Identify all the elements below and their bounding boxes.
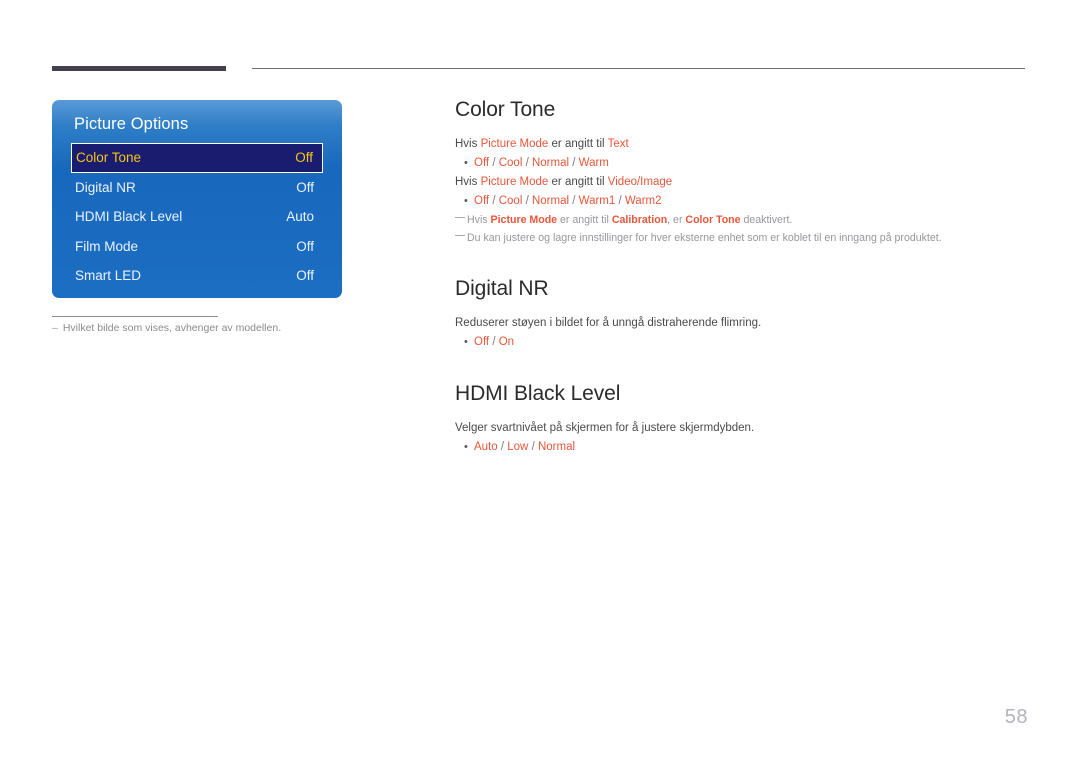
option-value: Off [474, 157, 490, 169]
option-separator: / [489, 195, 499, 207]
osd-row-value: Off [296, 268, 314, 284]
osd-row-value: Auto [286, 209, 314, 225]
osd-footnote-text: Hvilket bilde som vises, avhenger av mod… [62, 322, 282, 334]
osd-row-color-tone[interactable]: Color Tone Off [71, 143, 323, 173]
osd-footnote: ‒ Hvilket bilde som vises, avhenger av m… [52, 322, 281, 334]
option-value: Warm [578, 157, 609, 169]
option-value: Off [474, 336, 490, 348]
bullet-text: Off / On [474, 333, 514, 352]
text-frag-highlight: Calibration [611, 214, 668, 226]
option-value: Low [507, 441, 529, 453]
osd-footnote-divider [52, 316, 218, 317]
color-tone-note-2: Du kan justere og lagre innstillinger fo… [455, 229, 1030, 247]
text-frag: Hvis [467, 214, 491, 226]
bullet-text: Off / Cool / Normal / Warm1 / Warm2 [474, 192, 662, 211]
digital-nr-description: Reduserer støyen i bildet for å unngå di… [455, 317, 762, 329]
option-separator: / [497, 441, 508, 453]
note-dash-icon [455, 235, 465, 236]
option-value: On [498, 336, 515, 348]
text-frag: Hvis [455, 138, 481, 150]
note-text: Du kan justere og lagre innstillinger fo… [467, 232, 942, 244]
bullet-dot-icon: • [464, 441, 468, 453]
option-separator: / [522, 157, 532, 169]
option-value: Cool [498, 195, 523, 207]
option-separator: / [528, 441, 538, 453]
content-column: Color Tone Hvis Picture Mode er angitt t… [455, 98, 1030, 457]
osd-menu-title: Picture Options [74, 115, 189, 133]
color-tone-line-2: Hvis Picture Mode er angitt til Video/Im… [455, 173, 1030, 192]
note-dash-icon [455, 217, 465, 218]
digital-nr-bullet: • Off / On [455, 333, 1030, 352]
option-value: Cool [498, 157, 523, 169]
option-value: Normal [531, 157, 570, 169]
option-separator: / [615, 195, 625, 207]
option-value: Normal [531, 195, 570, 207]
option-separator: / [569, 195, 579, 207]
page-number: 58 [1004, 706, 1028, 728]
hdmi-black-level-bullet: • Auto / Low / Normal [455, 438, 1030, 457]
text-frag: er angitt til [548, 176, 608, 188]
hdmi-black-level-description: Velger svartnivået på skjermen for å jus… [455, 422, 755, 434]
osd-row-value: Off [295, 150, 313, 166]
osd-row-label: Film Mode [75, 238, 139, 254]
color-tone-bullet-2: • Off / Cool / Normal / Warm1 / Warm2 [455, 192, 1030, 211]
osd-row-value: Off [296, 179, 314, 195]
option-value: Off [474, 195, 490, 207]
header-rule-thin [252, 68, 1025, 69]
color-tone-note-1: Hvis Picture Mode er angitt til Calibrat… [455, 211, 1030, 229]
heading-hdmi-black-level: HDMI Black Level [455, 382, 621, 405]
bullet-text: Auto / Low / Normal [474, 438, 575, 457]
option-value: Normal [537, 441, 576, 453]
option-separator: / [489, 157, 499, 169]
osd-row-label: Color Tone [76, 150, 142, 166]
color-tone-bullet-1: • Off / Cool / Normal / Warm [455, 154, 1030, 173]
text-frag: , er [667, 214, 686, 226]
osd-row-digital-nr[interactable]: Digital NR Off [71, 173, 323, 203]
bullet-dot-icon: • [464, 195, 468, 207]
osd-row-label: Smart LED [75, 268, 142, 284]
osd-row-hdmi-black-level[interactable]: HDMI Black Level Auto [71, 202, 323, 232]
heading-color-tone: Color Tone [455, 98, 556, 121]
text-frag: er angitt til [548, 138, 608, 150]
heading-digital-nr: Digital NR [455, 277, 549, 300]
osd-row-smart-led[interactable]: Smart LED Off [71, 261, 323, 291]
osd-row-label: HDMI Black Level [75, 209, 183, 225]
color-tone-line-1: Hvis Picture Mode er angitt til Text [455, 135, 1030, 154]
option-value: Warm2 [624, 195, 662, 207]
text-frag-highlight: Text [607, 138, 629, 150]
bullet-dot-icon: • [464, 336, 468, 348]
osd-menu-picture-options: Picture Options Color Tone Off Digital N… [52, 100, 342, 298]
text-frag-highlight: Picture Mode [480, 176, 549, 188]
text-frag-highlight: Color Tone [685, 214, 741, 226]
text-frag-highlight: Video/Image [607, 176, 673, 188]
option-separator: / [489, 336, 499, 348]
note-text: Hvis Picture Mode er angitt til Calibrat… [467, 211, 792, 229]
bullet-dot-icon: • [464, 157, 468, 169]
text-frag-highlight: Picture Mode [480, 138, 549, 150]
text-frag: deaktivert. [740, 214, 793, 226]
osd-menu-rows: Color Tone Off Digital NR Off HDMI Black… [52, 143, 342, 291]
text-frag-highlight: Picture Mode [490, 214, 558, 226]
option-value: Auto [474, 441, 498, 453]
text-frag: er angitt til [557, 214, 612, 226]
option-value: Warm1 [578, 195, 616, 207]
text-frag: Hvis [455, 176, 481, 188]
osd-row-value: Off [296, 238, 314, 254]
option-separator: / [522, 195, 532, 207]
osd-row-film-mode[interactable]: Film Mode Off [71, 232, 323, 262]
option-separator: / [569, 157, 579, 169]
header-rule-thick [52, 66, 226, 71]
bullet-text: Off / Cool / Normal / Warm [474, 154, 609, 173]
footnote-dash-icon: ‒ [52, 322, 58, 334]
osd-row-label: Digital NR [75, 179, 136, 195]
